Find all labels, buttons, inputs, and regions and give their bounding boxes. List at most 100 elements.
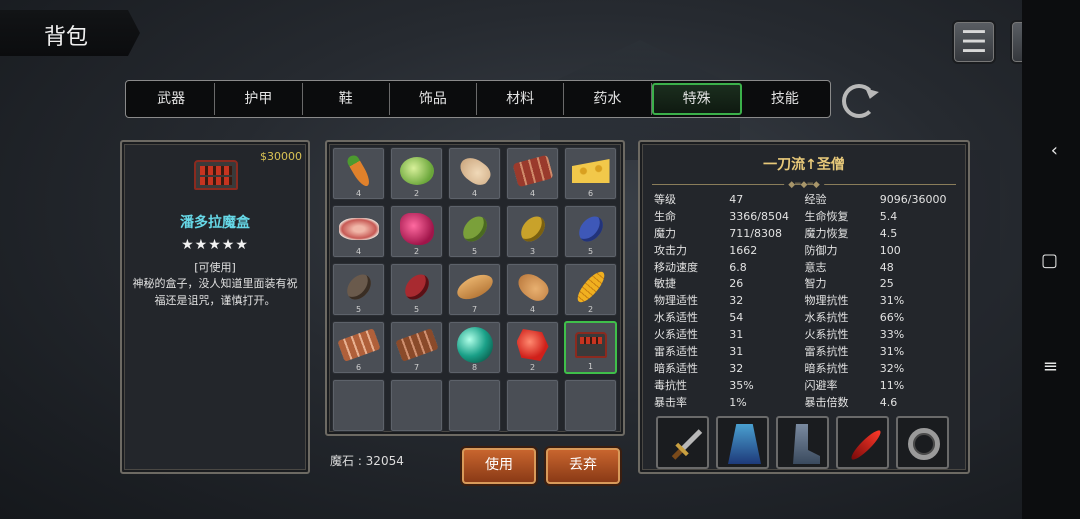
stat-cell: 66% <box>879 311 905 325</box>
item-count: 4 <box>355 189 362 198</box>
boot-icon <box>793 424 820 464</box>
stat-cell: 移动速度 <box>654 260 698 274</box>
item-count: 4 <box>529 305 536 314</box>
bread-icon <box>453 269 496 305</box>
teal-orb-icon <box>456 326 493 363</box>
item-count: 2 <box>413 189 420 198</box>
stat-row: 等级 47 经验 9096/36000 <box>654 192 958 209</box>
equip-slot-accessory[interactable] <box>836 416 889 469</box>
home-icon[interactable]: ▢ <box>1041 250 1058 271</box>
stat-cell: 31 <box>729 345 744 359</box>
item-rating: ★★★★★ <box>181 237 249 253</box>
inventory-slot-selected[interactable]: 1 <box>564 321 617 374</box>
tab-skills[interactable]: 技能 <box>742 83 828 115</box>
ornament-divider: ◆═◆═◆ <box>652 180 956 190</box>
inventory-slot[interactable]: 5 <box>448 205 501 258</box>
inventory-panel: 4 2 4 4 6 4 2 5 3 5 5 5 7 4 2 6 7 8 2 1 <box>325 140 625 436</box>
stat-row: 物理适性 32 物理抗性 31% <box>654 293 958 310</box>
stat-cell: 33% <box>879 328 905 342</box>
stat-cell: 711/8308 <box>729 226 782 240</box>
inventory-slot[interactable]: 4 <box>506 147 559 200</box>
item-count: 5 <box>355 305 362 314</box>
stat-row: 水系适性 54 水系抗性 66% <box>654 310 958 327</box>
inventory-slot[interactable]: 2 <box>506 321 559 374</box>
inventory-slot[interactable]: 5 <box>390 263 443 316</box>
character-name: 一刀流↑圣僧 <box>763 157 845 173</box>
stat-cell: 47 <box>729 193 744 206</box>
equip-slot-ring[interactable] <box>896 416 949 469</box>
empty-slot[interactable] <box>390 379 443 432</box>
recents-icon[interactable]: ≡ <box>1043 356 1058 377</box>
stat-row: 火系适性 31 火系抗性 33% <box>654 327 958 344</box>
inventory-slot[interactable]: 4 <box>332 147 385 200</box>
stat-cell: 魔力恢复 <box>804 226 849 240</box>
stat-cell: 等级 <box>654 193 676 206</box>
blue-bean-icon <box>573 211 608 247</box>
item-count: 3 <box>529 247 536 256</box>
stat-row: 敏捷 26 智力 25 <box>654 276 958 293</box>
stat-cell: 31% <box>879 294 905 308</box>
equip-slot-shoes[interactable] <box>776 416 829 469</box>
inventory-slot[interactable]: 8 <box>448 321 501 374</box>
inventory-slot[interactable]: 5 <box>564 205 617 258</box>
stat-cell: 5.4 <box>879 209 898 223</box>
stat-cell: 9096/36000 <box>879 193 947 206</box>
empty-slot[interactable] <box>448 379 501 432</box>
item-count: 1 <box>587 362 594 371</box>
menu-button[interactable]: ☰ <box>952 20 996 64</box>
tab-special[interactable]: 特殊 <box>651 83 742 115</box>
equip-slot-weapon[interactable] <box>656 416 709 469</box>
refresh-icon[interactable] <box>842 84 876 118</box>
inventory-slot[interactable]: 2 <box>390 147 443 200</box>
robe-icon <box>728 424 761 464</box>
stat-cell: 11% <box>879 378 905 392</box>
steak-icon <box>338 217 379 240</box>
stat-cell: 暴击率 <box>654 395 687 409</box>
item-count: 5 <box>413 305 420 314</box>
inventory-slot[interactable]: 4 <box>448 147 501 200</box>
inventory-slot[interactable]: 7 <box>390 321 443 374</box>
item-count: 4 <box>471 189 478 198</box>
stat-cell: 魔力 <box>654 226 676 240</box>
item-count: 6 <box>587 189 594 198</box>
system-nav-bar: ‹ ▢ ≡ <box>1022 0 1080 519</box>
tab-shoes[interactable]: 鞋 <box>303 83 390 115</box>
stat-cell: 经验 <box>804 193 827 206</box>
item-count: 7 <box>471 305 478 314</box>
meat-plank-icon <box>394 328 439 362</box>
stat-cell: 4.5 <box>879 226 898 240</box>
inventory-slot[interactable]: 6 <box>564 147 617 200</box>
stat-cell: 雷系抗性 <box>804 345 849 359</box>
use-button[interactable]: 使用 <box>462 448 536 484</box>
stat-cell: 暴击倍数 <box>804 395 849 409</box>
empty-slot[interactable] <box>564 379 617 432</box>
equip-slot-armor[interactable] <box>716 416 769 469</box>
inventory-slot[interactable]: 5 <box>332 263 385 316</box>
inventory-slot[interactable]: 7 <box>448 263 501 316</box>
tab-materials[interactable]: 材料 <box>477 83 565 115</box>
stat-row: 移动速度 6.8 意志 48 <box>654 260 958 277</box>
inventory-slot[interactable]: 4 <box>506 263 559 316</box>
stat-cell: 火系抗性 <box>804 328 849 342</box>
stat-cell: 水系抗性 <box>804 311 849 325</box>
inventory-slot[interactable]: 2 <box>390 205 443 258</box>
inventory-slot[interactable]: 6 <box>332 321 385 374</box>
item-count: 2 <box>413 247 420 256</box>
character-panel: 一刀流↑圣僧 ◆═◆═◆ 等级 47 经验 9096/36000 生命 3366/850… <box>638 140 970 474</box>
ribs-icon <box>512 154 553 188</box>
back-icon[interactable]: ‹ <box>1051 140 1058 161</box>
empty-slot[interactable] <box>332 379 385 432</box>
tab-armor[interactable]: 护甲 <box>215 83 303 115</box>
inventory-slot[interactable]: 3 <box>506 205 559 258</box>
stat-cell: 48 <box>879 260 894 274</box>
empty-slot[interactable] <box>506 379 559 432</box>
tab-weapons[interactable]: 武器 <box>128 83 216 115</box>
inventory-slot[interactable]: 2 <box>564 263 617 316</box>
discard-button[interactable]: 丢弃 <box>546 448 620 484</box>
cabbage-icon <box>399 156 434 185</box>
tab-potions[interactable]: 药水 <box>564 83 652 115</box>
stat-cell: 6.8 <box>729 260 747 274</box>
stat-cell: 1662 <box>729 243 758 257</box>
tab-accessories[interactable]: 饰品 <box>390 83 477 115</box>
inventory-slot[interactable]: 4 <box>332 205 385 258</box>
